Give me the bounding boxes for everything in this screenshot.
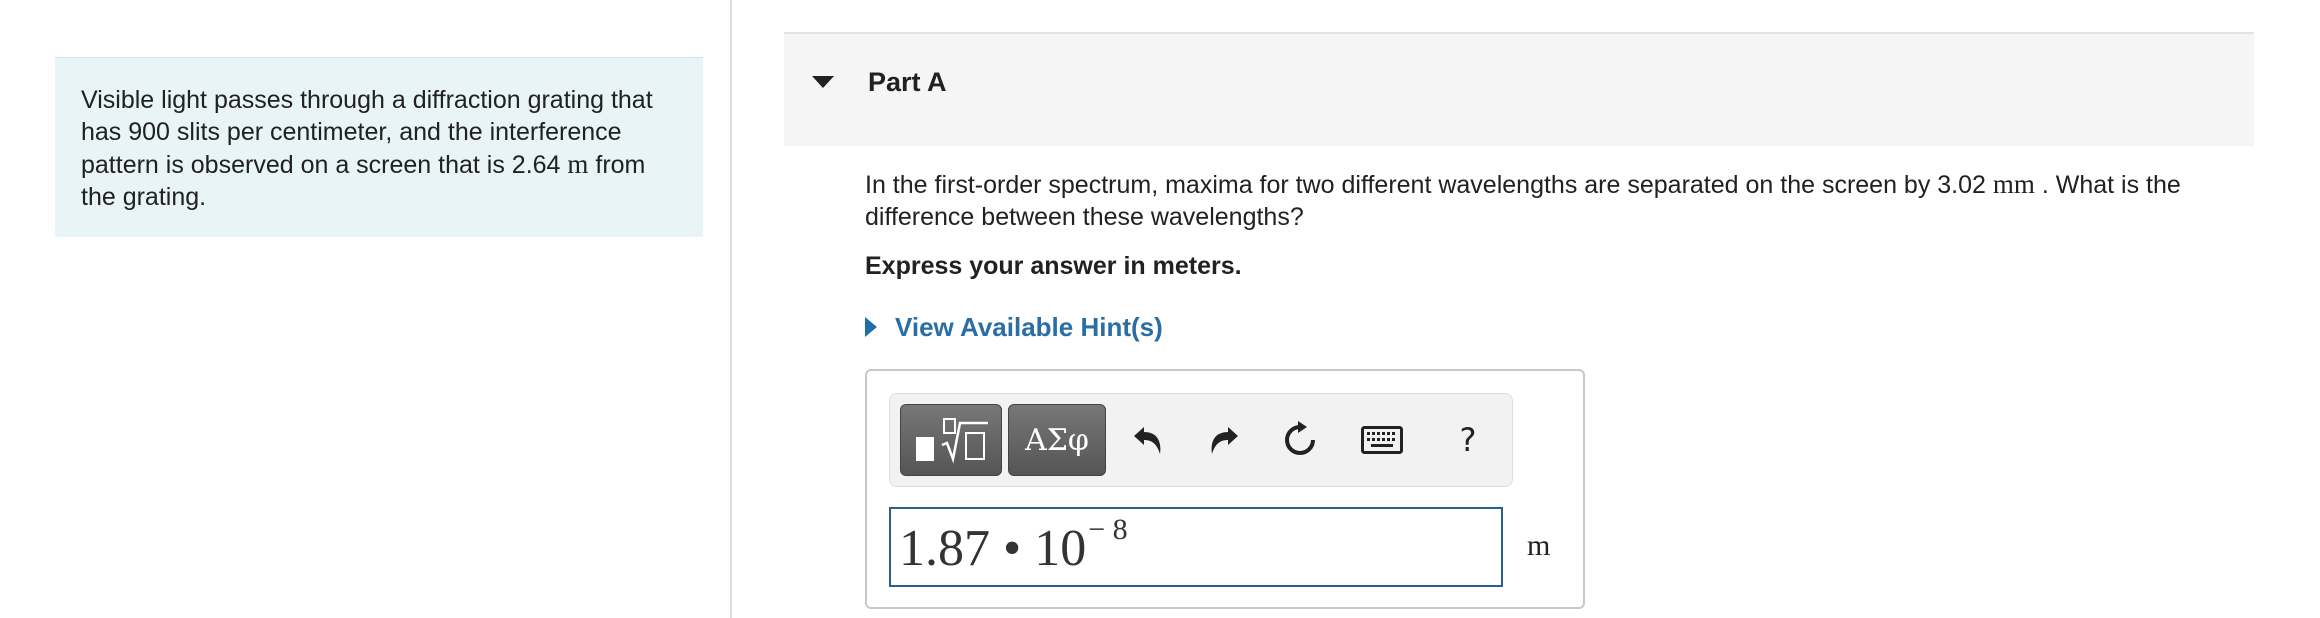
question-text-start: In the first-order spectrum, maxima for … <box>865 171 1993 199</box>
problem-unit: m <box>567 149 589 179</box>
part-header[interactable]: Part A <box>784 32 2254 146</box>
templates-icon <box>916 418 988 464</box>
question-text: In the first-order spectrum, maxima for … <box>865 168 2255 233</box>
answer-exponent: − 8 <box>1088 513 1128 546</box>
math-toolbar: ΑΣφ ? <box>889 393 1513 487</box>
help-label: ? <box>1459 421 1477 459</box>
question-unit: mm <box>1992 169 2035 199</box>
column-divider <box>730 0 732 618</box>
redo-button[interactable] <box>1200 416 1248 464</box>
keyboard-icon <box>1361 426 1403 454</box>
answer-operator: • <box>1003 520 1022 577</box>
collapse-caret-icon[interactable] <box>812 76 834 88</box>
view-hints-link[interactable]: View Available Hint(s) <box>865 310 1163 344</box>
keyboard-button[interactable] <box>1358 416 1406 464</box>
symbols-label: ΑΣφ <box>1025 422 1089 458</box>
problem-statement: Visible light passes through a diffracti… <box>55 57 703 237</box>
templates-button[interactable] <box>900 404 1002 476</box>
reset-icon <box>1285 421 1315 455</box>
undo-icon <box>1134 427 1161 454</box>
part-title: Part A <box>868 67 947 97</box>
help-button[interactable]: ? <box>1444 416 1492 464</box>
answer-mantissa: 1.87 <box>899 520 990 577</box>
answer-input[interactable]: 1.87 • 10− 8 <box>889 507 1503 587</box>
hint-label[interactable]: View Available Hint(s) <box>895 312 1163 343</box>
expand-caret-icon <box>865 317 877 337</box>
answer-instruction: Express your answer in meters. <box>865 252 1242 280</box>
answer-base: 10 <box>1034 520 1087 577</box>
symbols-button[interactable]: ΑΣφ <box>1008 404 1106 476</box>
answer-unit: m <box>1527 529 1551 562</box>
answer-box: ΑΣφ ? 1.87 • 10− 8 m <box>865 369 1585 609</box>
undo-button[interactable] <box>1124 416 1172 464</box>
reset-button[interactable] <box>1276 416 1324 464</box>
redo-icon <box>1211 427 1238 454</box>
